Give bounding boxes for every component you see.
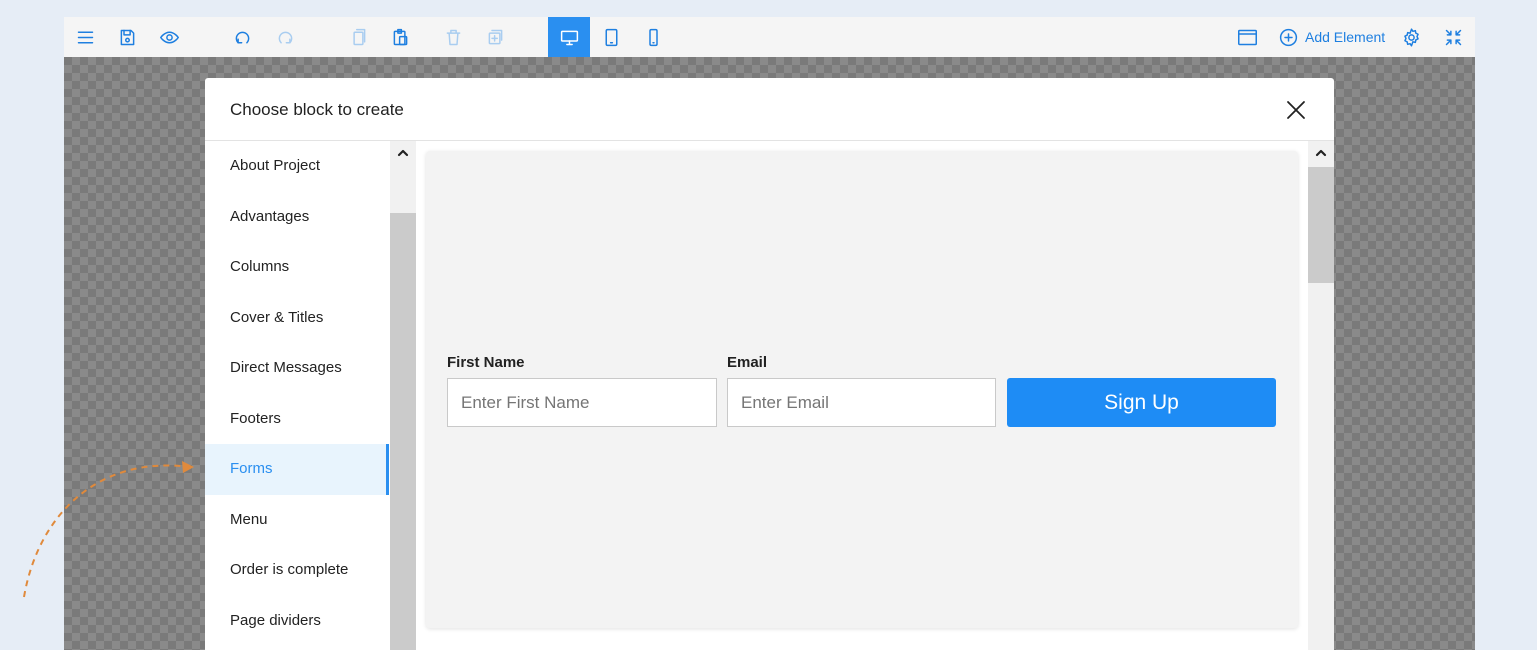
- window-icon: [1237, 29, 1257, 45]
- scroll-up-arrow[interactable]: [1308, 143, 1334, 163]
- category-item[interactable]: Menu: [205, 495, 389, 546]
- scrollbar-thumb[interactable]: [1308, 167, 1334, 283]
- first-name-label: First Name: [447, 354, 525, 371]
- category-item[interactable]: Order is complete: [205, 545, 389, 596]
- add-element-button[interactable]: Add Element: [1278, 17, 1385, 57]
- modal-title: Choose block to create: [230, 100, 404, 119]
- plus-circle-icon: [1279, 28, 1298, 46]
- desktop-view-button[interactable]: [548, 17, 590, 57]
- paste-button[interactable]: [379, 17, 421, 57]
- chevron-up-icon: [1315, 149, 1327, 157]
- duplicate-icon: [488, 29, 502, 44]
- undo-button[interactable]: [221, 17, 263, 57]
- mobile-view-button[interactable]: [632, 17, 674, 57]
- sign-up-button[interactable]: Sign Up: [1007, 378, 1276, 427]
- scroll-up-arrow[interactable]: [390, 143, 416, 163]
- copy-icon: [352, 28, 365, 45]
- gear-icon: [1403, 27, 1419, 47]
- scrollbar-thumb[interactable]: [390, 213, 416, 650]
- trash-icon: [446, 29, 460, 45]
- category-item-selected[interactable]: Forms: [205, 444, 389, 495]
- menu-button[interactable]: [64, 17, 106, 57]
- add-element-label: Add Element: [1305, 29, 1386, 45]
- close-icon: [1287, 101, 1305, 119]
- category-item[interactable]: Direct Messages: [205, 343, 389, 394]
- chevron-up-icon: [397, 149, 409, 157]
- mobile-icon: [648, 28, 658, 46]
- category-item[interactable]: About Project: [205, 141, 389, 192]
- form-block-preview[interactable]: First Name Email Sign Up: [426, 151, 1298, 628]
- hint-arrow: [23, 461, 194, 598]
- collapse-icon: [1445, 29, 1461, 45]
- eye-icon: [159, 31, 179, 43]
- category-item[interactable]: Cover & Titles: [205, 293, 389, 344]
- collapse-button[interactable]: [1432, 17, 1474, 57]
- category-item[interactable]: Columns: [205, 242, 389, 293]
- tablet-view-button[interactable]: [590, 17, 632, 57]
- category-scrollbar[interactable]: [390, 141, 416, 650]
- category-item[interactable]: Page dividers: [205, 596, 389, 647]
- toolbar: Add Element: [64, 17, 1475, 57]
- save-icon: [120, 29, 134, 45]
- window-button[interactable]: [1226, 17, 1268, 57]
- category-list: About Project Advantages Columns Cover &…: [205, 141, 389, 650]
- menu-icon: [77, 31, 93, 43]
- block-preview-area: First Name Email Sign Up: [416, 141, 1308, 650]
- undo-icon: [235, 31, 249, 43]
- category-item[interactable]: Advantages: [205, 192, 389, 243]
- modal-header: Choose block to create: [205, 78, 1334, 141]
- redo-button[interactable]: [264, 17, 306, 57]
- copy-button[interactable]: [337, 17, 379, 57]
- desktop-icon: [560, 30, 578, 45]
- close-button[interactable]: [1284, 98, 1308, 122]
- first-name-input[interactable]: [447, 378, 717, 427]
- preview-scrollbar[interactable]: [1308, 141, 1334, 650]
- email-label: Email: [727, 354, 768, 371]
- preview-button[interactable]: [148, 17, 190, 57]
- email-input[interactable]: [727, 378, 996, 427]
- tablet-icon: [605, 28, 617, 46]
- category-item[interactable]: Footers: [205, 394, 389, 445]
- duplicate-button[interactable]: [474, 17, 516, 57]
- choose-block-modal: Choose block to create About Project Adv…: [205, 78, 1334, 650]
- settings-button[interactable]: [1390, 17, 1432, 57]
- paste-icon: [393, 28, 407, 45]
- redo-icon: [278, 31, 292, 43]
- delete-button[interactable]: [432, 17, 474, 57]
- save-button[interactable]: [106, 17, 148, 57]
